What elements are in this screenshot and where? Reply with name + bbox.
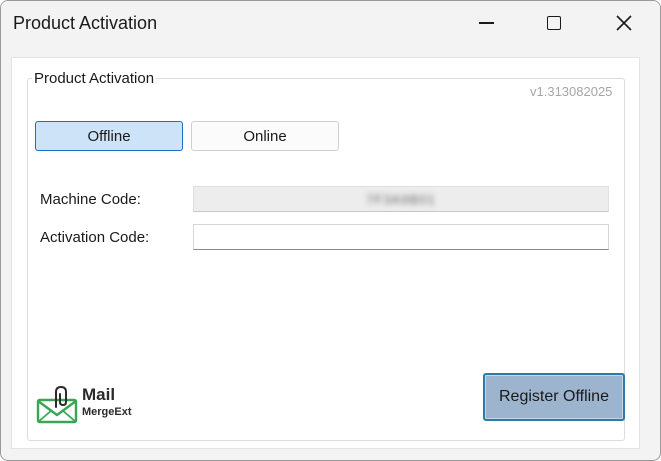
machine-code-label: Machine Code: — [40, 191, 141, 208]
machine-code-value: 7F3A9B01 — [366, 191, 436, 207]
activation-window: Product Activation Product Activation v1… — [0, 0, 661, 461]
mailmergeext-logo: Mail MergeExt — [36, 385, 146, 425]
register-offline-button[interactable]: Register Offline — [483, 373, 625, 421]
machine-code-field[interactable]: 7F3A9B01 — [193, 186, 609, 212]
tab-offline[interactable]: Offline — [35, 121, 183, 151]
close-icon — [616, 15, 632, 31]
logo-wordmark: Mail — [82, 385, 116, 404]
title-bar: Product Activation — [1, 1, 660, 47]
close-button[interactable] — [601, 1, 647, 45]
minimize-button[interactable] — [463, 1, 509, 45]
maximize-button[interactable] — [531, 1, 577, 45]
logo-subtitle: MergeExt — [82, 406, 132, 418]
activation-code-label: Activation Code: — [40, 229, 150, 246]
content-panel: Product Activation v1.313082025 Offline … — [11, 57, 640, 449]
mail-envelope-icon — [36, 385, 78, 424]
maximize-icon — [547, 16, 561, 30]
groupbox-legend: Product Activation — [32, 70, 157, 87]
minimize-icon — [478, 22, 494, 24]
activation-code-input[interactable] — [193, 224, 609, 250]
version-label: v1.313082025 — [530, 84, 613, 99]
window-title: Product Activation — [13, 13, 158, 33]
tab-online[interactable]: Online — [191, 121, 339, 151]
